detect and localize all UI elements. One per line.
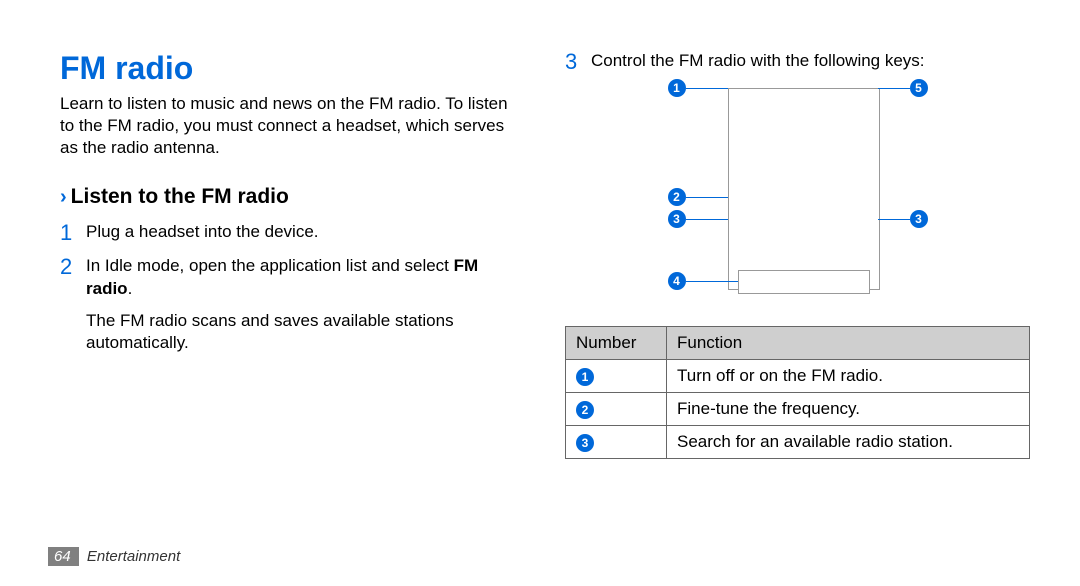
leader-line	[686, 219, 728, 220]
table-header-row: Number Function	[566, 327, 1030, 360]
section-heading-text: Listen to the FM radio	[71, 185, 289, 208]
callout-badge-5: 5	[910, 79, 928, 97]
step-2: 2 In Idle mode, open the application lis…	[60, 255, 525, 299]
device-inner-box	[738, 270, 870, 294]
step-text-a: In Idle mode, open the application list …	[86, 256, 454, 275]
number-badge: 3	[576, 434, 594, 452]
step-1: 1 Plug a headset into the device.	[60, 221, 525, 245]
page-footer: 64 Entertainment	[48, 547, 180, 566]
callout-badge-1: 1	[668, 79, 686, 97]
step-text: In Idle mode, open the application list …	[86, 255, 525, 299]
step-3: 3 Control the FM radio with the followin…	[565, 50, 1030, 74]
step-text-c: .	[128, 279, 133, 298]
step-2-sub: The FM radio scans and saves available s…	[86, 310, 525, 354]
right-column: 3 Control the FM radio with the followin…	[565, 50, 1030, 459]
table-cell-num: 1	[566, 360, 667, 393]
table-cell-num: 2	[566, 393, 667, 426]
leader-line	[878, 88, 910, 89]
device-outline	[728, 88, 880, 290]
callout-badge-4: 4	[668, 272, 686, 290]
page-title: FM radio	[60, 50, 525, 87]
number-badge: 1	[576, 368, 594, 386]
function-table: Number Function 1 Turn off or on the FM …	[565, 326, 1030, 459]
section-name: Entertainment	[87, 548, 180, 565]
chevron-right-icon: ›	[60, 186, 67, 208]
leader-line	[686, 88, 728, 89]
header-number: Number	[566, 327, 667, 360]
table-row: 3 Search for an available radio station.	[566, 426, 1030, 459]
table-cell-func: Turn off or on the FM radio.	[667, 360, 1030, 393]
leader-line	[686, 281, 738, 282]
leader-line	[686, 197, 728, 198]
step-number: 3	[565, 50, 591, 74]
callout-badge-3b: 3	[910, 210, 928, 228]
step-number: 1	[60, 221, 86, 245]
callout-badge-3: 3	[668, 210, 686, 228]
page-number: 64	[48, 547, 79, 566]
device-diagram: 1 5 2 3 3 4	[628, 88, 968, 308]
table-cell-func: Search for an available radio station.	[667, 426, 1030, 459]
step-text: Control the FM radio with the following …	[591, 50, 925, 72]
table-row: 2 Fine-tune the frequency.	[566, 393, 1030, 426]
leader-line	[878, 219, 910, 220]
left-column: FM radio Learn to listen to music and ne…	[60, 50, 525, 459]
callout-badge-2: 2	[668, 188, 686, 206]
section-heading: ›Listen to the FM radio	[60, 185, 525, 209]
number-badge: 2	[576, 401, 594, 419]
table-row: 1 Turn off or on the FM radio.	[566, 360, 1030, 393]
header-function: Function	[667, 327, 1030, 360]
intro-text: Learn to listen to music and news on the…	[60, 93, 525, 159]
table-cell-func: Fine-tune the frequency.	[667, 393, 1030, 426]
table-cell-num: 3	[566, 426, 667, 459]
step-number: 2	[60, 255, 86, 279]
step-text: Plug a headset into the device.	[86, 221, 319, 243]
